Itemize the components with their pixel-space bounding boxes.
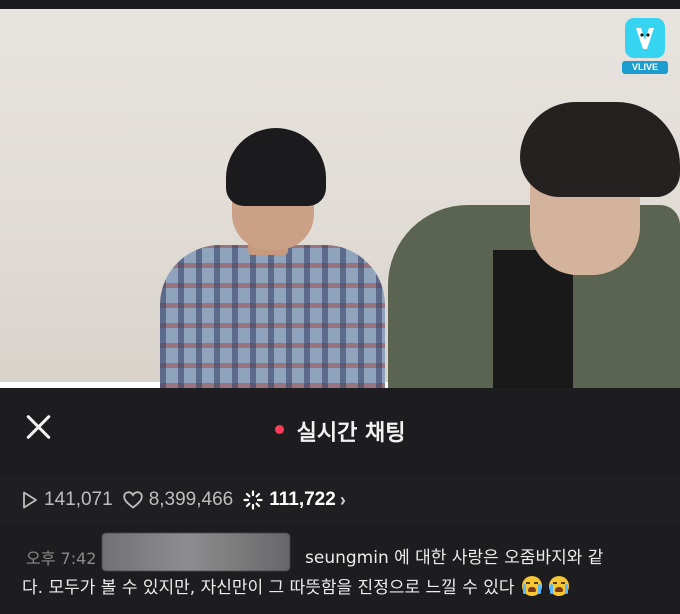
message-text-line1: seungmin 에 대한 사랑은 오줌바지와 같 <box>305 548 604 568</box>
play-count: 141,071 <box>22 489 113 511</box>
play-count-value: 141,071 <box>44 489 113 510</box>
chat-title: 실시간 채팅 <box>296 421 406 446</box>
chat-message: 오후 7:42 seungmin 에 대한 사랑은 오줌바지와 같 다. 모두가… <box>0 525 680 614</box>
sparkle-icon <box>243 490 263 510</box>
person-right-hair <box>520 102 680 197</box>
live-dot-icon <box>274 424 284 434</box>
chevron-right-icon[interactable]: › <box>340 490 346 511</box>
like-count-value: 8,399,466 <box>148 489 234 510</box>
chat-title-wrap: 실시간 채팅 <box>0 415 680 447</box>
message-text-line2: 다. 모두가 볼 수 있지만, 자신만이 그 따뜻함을 진정으로 느낄 수 있다 <box>22 578 515 598</box>
play-icon <box>23 491 37 509</box>
person-left-shirt <box>160 245 385 388</box>
crying-face-icon <box>549 576 570 596</box>
stats-bar[interactable]: 141,071 8,399,466 111,722 › <box>0 475 680 525</box>
message-text-line2-wrap: 다. 모두가 볼 수 있지만, 자신만이 그 따뜻함을 진정으로 느낄 수 있다 <box>22 573 570 598</box>
heart-icon <box>122 491 143 509</box>
crying-face-icon <box>521 576 542 596</box>
vlive-logo: VLIVE <box>622 18 668 76</box>
video-player[interactable]: VLIVE <box>0 0 680 388</box>
hot-count-value: 111,722 <box>269 489 336 510</box>
chat-header: 실시간 채팅 <box>0 388 680 475</box>
status-bar <box>0 0 680 9</box>
vlive-v-icon <box>625 18 665 58</box>
message-time: 오후 7:42 <box>26 549 97 568</box>
vlive-logo-text: VLIVE <box>622 61 668 74</box>
like-count: 8,399,466 <box>122 489 234 511</box>
hot-count[interactable]: 111,722 › <box>243 489 346 511</box>
blurred-username <box>102 533 290 571</box>
